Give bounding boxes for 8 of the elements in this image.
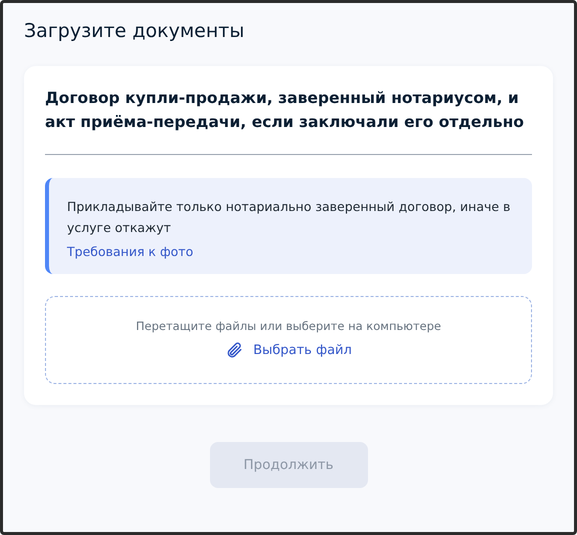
paperclip-icon <box>225 341 244 359</box>
page-title: Загрузите документы <box>24 19 246 44</box>
choose-file-button[interactable]: Выбрать файл <box>225 341 352 359</box>
photo-requirements-link[interactable]: Требования к фото <box>67 244 194 259</box>
file-dropzone[interactable]: Перетащите файлы или выберите на компьютере Выбрать файл <box>45 296 532 384</box>
document-title: Договор купли-продажи, заверенный нотариусом, и акт приёма-передачи, если заключали его отдельно <box>45 86 532 155</box>
dropzone-hint: Перетащите файлы или выберите на компьютере <box>136 319 442 333</box>
notice-text: Прикладывайте только нотариально заверенный договор, иначе в услуге откажут <box>67 198 512 237</box>
